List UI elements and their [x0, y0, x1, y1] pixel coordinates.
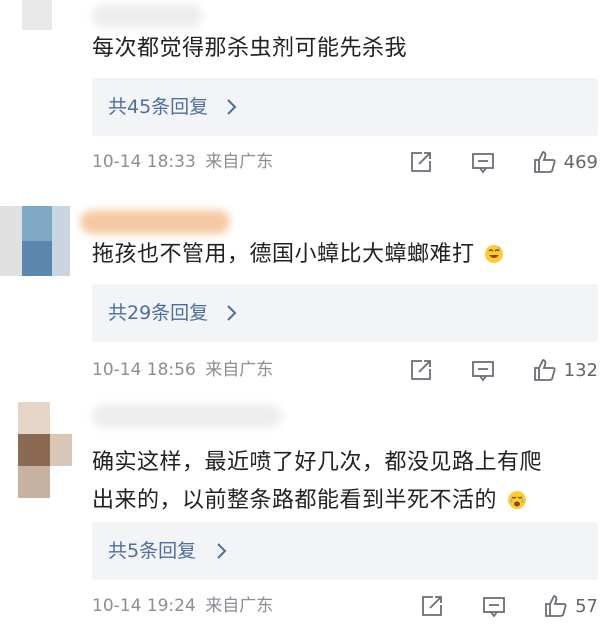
action-bar: 469 — [372, 148, 598, 176]
comment-meta: 10-14 18:56 来自广东 — [92, 358, 273, 382]
chevron-right-icon — [217, 543, 227, 559]
comment-text: 拖孩也不管用，德国小蟑比大蟑螂难打 — [92, 236, 602, 274]
comment-text: 每次都觉得那杀虫剂可能先杀我 — [92, 36, 408, 61]
avatar[interactable] — [0, 402, 72, 498]
comment-line-1: 确实这样，最近喷了好几次，都没见路上有爬 — [92, 450, 543, 475]
avatar[interactable] — [0, 0, 72, 30]
replies-label: 共29条回复 — [108, 302, 209, 324]
replies-button[interactable]: 共5条回复 — [92, 522, 598, 580]
like-count: 132 — [563, 359, 598, 381]
like-icon[interactable] — [532, 149, 558, 175]
comment-text: 确实这样，最近喷了好几次，都没见路上有爬 出来的，以前整条路都能看到半死不活的 — [92, 444, 602, 520]
timestamp: 10-14 18:33 — [92, 152, 196, 172]
location: 来自广东 — [205, 360, 274, 380]
share-icon[interactable] — [419, 593, 445, 619]
chevron-right-icon — [227, 99, 237, 115]
comment-2: 拖孩也不管用，德国小蟑比大蟑螂难打 共29条回复 10-14 18:56 来自广… — [0, 196, 616, 396]
replies-label: 共45条回复 — [108, 96, 209, 118]
username-blurred[interactable] — [92, 404, 282, 428]
action-bar: 57 — [383, 592, 598, 620]
like-count: 469 — [563, 151, 598, 173]
comment-3: 确实这样，最近喷了好几次，都没见路上有爬 出来的，以前整条路都能看到半死不活的 … — [0, 398, 616, 642]
crying-face-emoji — [507, 491, 526, 509]
comment-1: 每次都觉得那杀虫剂可能先杀我 共45条回复 10-14 18:33 来自广东 4… — [0, 0, 616, 190]
timestamp: 10-14 19:24 — [92, 596, 196, 616]
action-bar: 132 — [372, 356, 598, 384]
comment-line-2: 出来的，以前整条路都能看到半死不活的 — [92, 482, 602, 520]
like-count: 57 — [575, 595, 598, 617]
comment-icon[interactable] — [470, 357, 496, 383]
share-icon[interactable] — [408, 149, 434, 175]
comment-icon[interactable] — [470, 149, 496, 175]
comment-meta: 10-14 19:24 来自广东 — [92, 594, 273, 618]
username-blurred[interactable] — [80, 210, 230, 234]
location: 来自广东 — [205, 596, 274, 616]
replies-label: 共5条回复 — [108, 540, 197, 562]
comment-line-2-text: 出来的，以前整条路都能看到半死不活的 — [92, 488, 498, 513]
comment-meta: 10-14 18:33 来自广东 — [92, 150, 273, 174]
comment-body: 拖孩也不管用，德国小蟑比大蟑螂难打 — [92, 242, 475, 267]
grinning-sweat-emoji — [485, 245, 504, 263]
comment-icon[interactable] — [481, 593, 507, 619]
chevron-right-icon — [227, 305, 237, 321]
avatar[interactable] — [0, 206, 72, 286]
share-icon[interactable] — [408, 357, 434, 383]
timestamp: 10-14 18:56 — [92, 360, 196, 380]
location: 来自广东 — [205, 152, 274, 172]
username-blurred[interactable] — [92, 4, 202, 28]
replies-button[interactable]: 共29条回复 — [92, 284, 598, 342]
replies-button[interactable]: 共45条回复 — [92, 78, 598, 136]
like-icon[interactable] — [543, 593, 569, 619]
like-icon[interactable] — [532, 357, 558, 383]
